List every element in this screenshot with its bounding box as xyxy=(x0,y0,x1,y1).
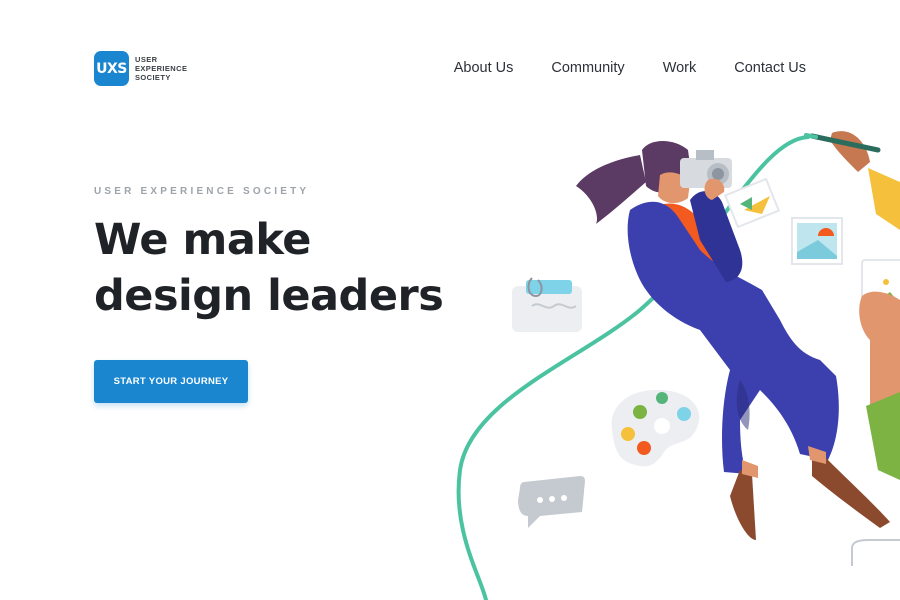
site-header: UXS USER EXPERIENCE SOCIETY About Us Com… xyxy=(0,0,900,120)
hand-with-pen-illustration xyxy=(804,131,900,230)
photo-card-1 xyxy=(723,177,781,229)
headline-line-1: We make xyxy=(94,215,311,265)
start-journey-button[interactable]: START YOUR JOURNEY xyxy=(94,360,248,403)
nav-link-about-us[interactable]: About Us xyxy=(454,60,514,76)
logo-line-2: EXPERIENCE xyxy=(135,64,188,73)
photo-card-2 xyxy=(791,217,843,265)
nav-link-contact-us[interactable]: Contact Us xyxy=(734,60,806,76)
hand-with-sleeve-illustration xyxy=(859,291,900,480)
logo-mark: UXS xyxy=(94,51,129,86)
hero-headline: We make design leaders xyxy=(94,212,444,324)
logo-line-3: SOCIETY xyxy=(135,73,171,82)
headline-line-2: design leaders xyxy=(94,271,444,321)
logo-line-1: USER xyxy=(135,55,158,64)
sticky-note-icon xyxy=(512,277,582,332)
brand-logo[interactable]: UXS USER EXPERIENCE SOCIETY xyxy=(94,51,187,86)
paint-palette-icon xyxy=(611,389,700,467)
main-nav: About Us Community Work Contact Us xyxy=(454,60,806,76)
corner-frame-outline xyxy=(851,539,900,566)
hero-eyebrow: USER EXPERIENCE SOCIETY xyxy=(94,186,310,197)
chat-bubble-icon xyxy=(518,476,585,528)
nav-link-work[interactable]: Work xyxy=(663,60,697,76)
nav-link-community[interactable]: Community xyxy=(551,60,624,76)
hero-illustration xyxy=(456,131,900,600)
logo-wordmark: USER EXPERIENCE SOCIETY xyxy=(135,55,187,82)
